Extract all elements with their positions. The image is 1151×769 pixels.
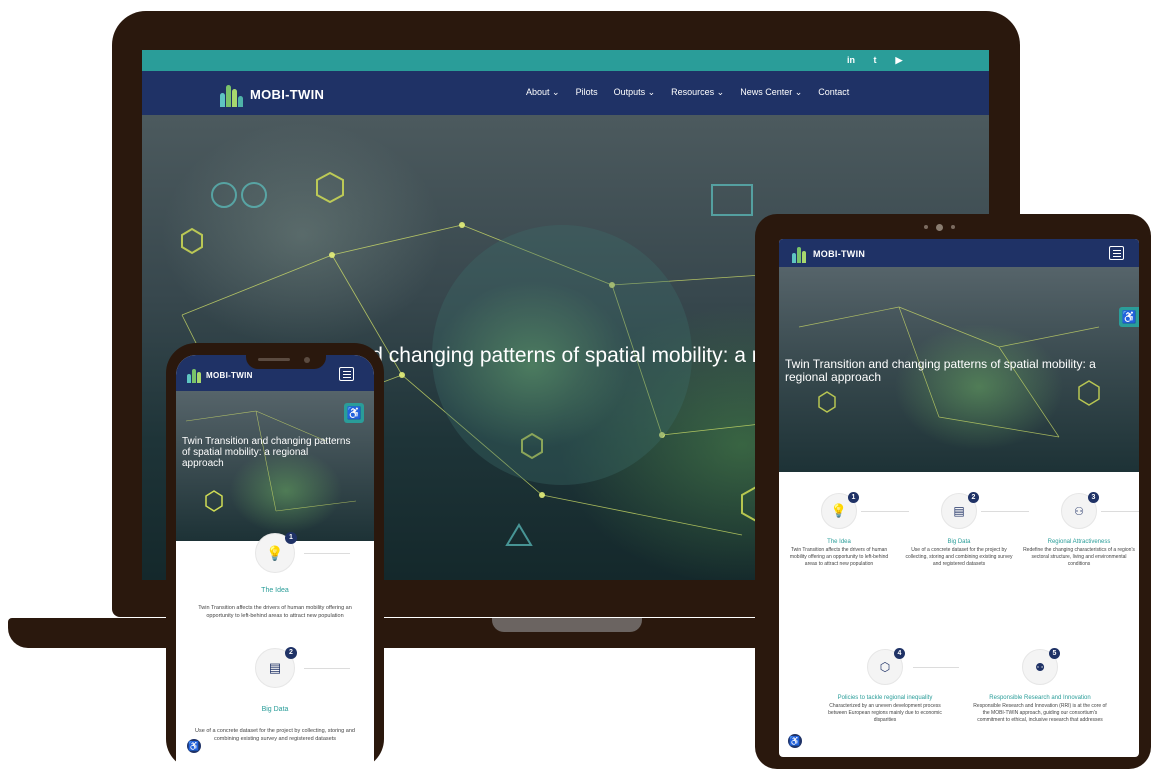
tablet-navbar: MOBI-TWIN <box>779 239 1139 267</box>
logo-mark-icon <box>218 81 244 107</box>
nav-item-outputs[interactable]: Outputs ⌄ <box>614 87 656 98</box>
nav-item-contact[interactable]: Contact <box>818 87 849 98</box>
nav-item-pilots[interactable]: Pilots <box>576 87 598 98</box>
hamburger-menu-icon[interactable] <box>339 367 354 381</box>
step-desc: Twin Transition affects the drivers of h… <box>789 547 889 567</box>
phone-step-big-data: ▤ 2 Big Data Use of a concrete dataset f… <box>176 647 374 743</box>
nav-item-news-center[interactable]: News Center ⌄ <box>740 87 802 98</box>
step-title: The Idea <box>827 539 851 545</box>
phone-step-idea: 💡 1 The Idea Twin Transition affects the… <box>176 532 374 620</box>
lightbulb-icon: 💡 1 <box>255 532 297 573</box>
step-connector <box>304 553 350 554</box>
lightbulb-icon: 💡 1 <box>821 492 859 529</box>
network-icon: ⚇ 3 <box>1061 492 1099 529</box>
hamburger-menu-icon[interactable] <box>1109 246 1124 260</box>
step-regional-attractiveness: ⚇ 3 Regional Attractiveness Redefine the… <box>1019 492 1139 568</box>
phone-logo[interactable]: MOBI-TWIN <box>186 367 253 383</box>
logo-mark-icon <box>186 367 202 383</box>
hexagon-icon: ⬡ 4 <box>867 648 905 685</box>
tablet-hero-title: Twin Transition and changing patterns of… <box>785 357 1096 384</box>
tablet-screen: MOBI-TWIN Twin Transition and changing p… <box>779 239 1139 757</box>
step-title: Regional Attractiveness <box>1047 539 1111 545</box>
logo-mark-icon <box>791 245 809 263</box>
phone-hero: Twin Transition and changing patterns of… <box>176 391 374 541</box>
step-title: Big Data <box>947 539 971 545</box>
step-desc: Redefine the changing characteristics of… <box>1023 547 1135 567</box>
step-desc: Responsible Research and Innovation (RRI… <box>973 703 1107 723</box>
accessibility-toggle-icon[interactable]: ♿ <box>186 738 202 754</box>
step-idea: 💡 1 The Idea Twin Transition affects the… <box>779 492 899 568</box>
step-connector <box>981 511 1029 512</box>
step-desc: Use of a concrete dataset for the projec… <box>195 728 355 742</box>
twitter-icon[interactable]: t <box>869 54 881 66</box>
phone-hero-title: Twin Transition and changing patterns of… <box>182 436 351 469</box>
main-navbar: MOBI-TWIN About ⌄ Pilots Outputs ⌄ Resou… <box>142 71 989 115</box>
nav-item-resources[interactable]: Resources ⌄ <box>671 87 724 98</box>
people-icon: ⚉ 5 <box>1022 648 1060 685</box>
step-title: Big Data <box>261 706 289 713</box>
social-links: in t ▶ <box>845 54 905 66</box>
laptop-trackpad-notch <box>492 618 642 632</box>
logo-text: MOBI-TWIN <box>813 249 866 259</box>
database-icon: ▤ 2 <box>255 647 297 688</box>
step-desc: Characterized by an uneven development p… <box>828 703 942 723</box>
logo-text: MOBI-TWIN <box>206 370 253 380</box>
accessibility-icon[interactable]: ♿ <box>1119 307 1139 327</box>
step-title: The Idea <box>261 587 289 594</box>
top-bar: in t ▶ <box>142 50 989 71</box>
database-icon: ▤ 2 <box>941 492 979 529</box>
step-policies: ⬡ 4 Policies to tackle regional inequali… <box>815 648 955 724</box>
tablet-logo[interactable]: MOBI-TWIN <box>791 245 865 263</box>
step-big-data: ▤ 2 Big Data Use of a concrete dataset f… <box>899 492 1019 568</box>
youtube-icon[interactable]: ▶ <box>893 54 905 66</box>
step-connector <box>913 667 959 668</box>
step-connector <box>304 668 350 669</box>
accessibility-toggle-icon[interactable]: ♿ <box>787 733 803 749</box>
step-connector <box>1101 511 1139 512</box>
tablet-camera <box>924 224 955 231</box>
phone-notch <box>246 353 326 369</box>
step-rri: ⚉ 5 Responsible Research and Innovation … <box>965 648 1115 724</box>
nav-menu: About ⌄ Pilots Outputs ⌄ Resources ⌄ New… <box>526 87 849 98</box>
step-title: Policies to tackle regional inequality <box>837 695 933 701</box>
step-connector <box>861 511 909 512</box>
linkedin-icon[interactable]: in <box>845 54 857 66</box>
phone-screen: MOBI-TWIN Twin Transition and changing p… <box>176 355 374 769</box>
logo[interactable]: MOBI-TWIN <box>218 81 324 107</box>
step-desc: Twin Transition affects the drivers of h… <box>198 605 352 619</box>
accessibility-icon[interactable]: ♿ <box>344 403 364 423</box>
step-title: Responsible Research and Innovation <box>989 695 1091 701</box>
nav-item-about[interactable]: About ⌄ <box>526 87 560 98</box>
step-desc: Use of a concrete dataset for the projec… <box>905 547 1013 567</box>
logo-text: MOBI-TWIN <box>250 86 325 102</box>
tablet-hero: Twin Transition and changing patterns of… <box>779 267 1139 472</box>
